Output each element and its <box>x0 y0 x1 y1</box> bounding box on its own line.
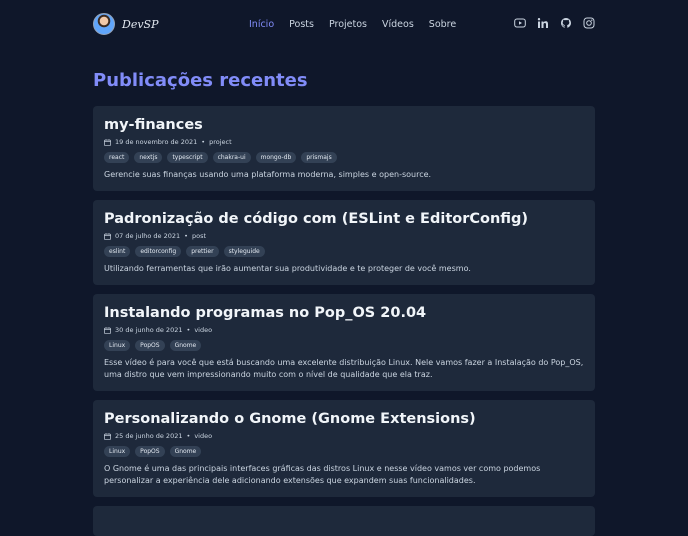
post-description: O Gnome é uma das principais interfaces … <box>104 464 541 485</box>
site-header: DevSP Início Posts Projetos Vídeos Sobre <box>0 0 688 50</box>
page-title: Publicações recentes <box>93 70 308 91</box>
post-title[interactable]: Personalizando o Gnome (Gnome Extensions… <box>104 410 584 428</box>
tag[interactable]: PopOS <box>135 446 165 457</box>
post-description: Gerencie suas finanças usando uma plataf… <box>104 170 432 179</box>
post-date: 19 de novembro de 2021 <box>115 138 198 146</box>
tag[interactable]: styleguide <box>223 246 265 257</box>
calendar-icon <box>104 138 111 146</box>
post-title[interactable]: my-finances <box>104 116 584 134</box>
post-meta: 19 de novembro de 2021 • project <box>104 138 584 146</box>
post-title[interactable]: Padronização de código com (ESLint e Edi… <box>104 210 584 228</box>
linkedin-icon[interactable] <box>537 17 549 29</box>
nav-item-projetos[interactable]: Projetos <box>329 19 367 30</box>
instagram-icon[interactable] <box>583 17 595 29</box>
avatar <box>93 13 115 35</box>
post-type: post <box>192 232 207 240</box>
tag-list: Linux PopOS Gnome <box>104 446 584 457</box>
tag-list: Linux PopOS Gnome <box>104 340 584 351</box>
tag-list: eslint editorconfig prettier styleguide <box>104 246 584 257</box>
post-type: project <box>209 138 232 146</box>
tag[interactable]: Gnome <box>169 446 202 457</box>
post-description: Esse vídeo é para você que está buscando… <box>104 358 584 379</box>
tag-list: react nextjs typescript chakra-ui mongo-… <box>104 152 584 163</box>
meta-separator: • <box>186 326 191 334</box>
nav-item-sobre[interactable]: Sobre <box>429 19 456 30</box>
tag[interactable]: nextjs <box>134 152 163 163</box>
meta-separator: • <box>201 138 206 146</box>
brand-name: DevSP <box>122 17 159 31</box>
social-links <box>514 17 595 29</box>
tag[interactable]: typescript <box>167 152 208 163</box>
nav-item-inicio[interactable]: Início <box>249 19 274 30</box>
tag[interactable]: PopOS <box>135 340 165 351</box>
nav-item-videos[interactable]: Vídeos <box>382 19 414 30</box>
tag[interactable]: mongo-db <box>255 152 297 163</box>
calendar-icon <box>104 432 111 440</box>
tag[interactable]: chakra-ui <box>212 152 251 163</box>
nav-item-posts[interactable]: Posts <box>289 19 314 30</box>
post-card[interactable]: Padronização de código com (ESLint e Edi… <box>93 200 595 285</box>
tag[interactable]: eslint <box>104 246 131 257</box>
tag[interactable]: react <box>104 152 130 163</box>
post-meta: 07 de julho de 2021 • post <box>104 232 584 240</box>
post-type: video <box>194 432 213 440</box>
post-meta: 25 de junho de 2021 • video <box>104 432 584 440</box>
youtube-icon[interactable] <box>514 17 526 29</box>
calendar-icon <box>104 232 111 240</box>
post-card[interactable]: Instalando programas no Pop_OS 20.04 30 … <box>93 294 595 391</box>
post-card[interactable] <box>93 506 595 536</box>
tag[interactable]: Linux <box>104 446 131 457</box>
github-icon[interactable] <box>560 17 572 29</box>
meta-separator: • <box>184 232 188 240</box>
tag[interactable]: prismajs <box>301 152 337 163</box>
post-date: 07 de julho de 2021 <box>115 232 181 240</box>
post-date: 25 de junho de 2021 <box>115 432 183 440</box>
post-card[interactable]: Personalizando o Gnome (Gnome Extensions… <box>93 400 595 497</box>
post-type: video <box>194 326 213 334</box>
tag[interactable]: editorconfig <box>135 246 182 257</box>
post-card[interactable]: my-finances 19 de novembro de 2021 • pro… <box>93 106 595 191</box>
tag[interactable]: Linux <box>104 340 131 351</box>
tag[interactable]: prettier <box>186 246 219 257</box>
post-description: Utilizando ferramentas que irão aumentar… <box>104 264 471 273</box>
main-nav: Início Posts Projetos Vídeos Sobre <box>249 19 456 30</box>
post-title[interactable]: Instalando programas no Pop_OS 20.04 <box>104 304 584 322</box>
calendar-icon <box>104 326 111 334</box>
post-date: 30 de junho de 2021 <box>115 326 183 334</box>
meta-separator: • <box>186 432 191 440</box>
post-meta: 30 de junho de 2021 • video <box>104 326 584 334</box>
brand[interactable]: DevSP <box>93 13 158 35</box>
tag[interactable]: Gnome <box>169 340 202 351</box>
